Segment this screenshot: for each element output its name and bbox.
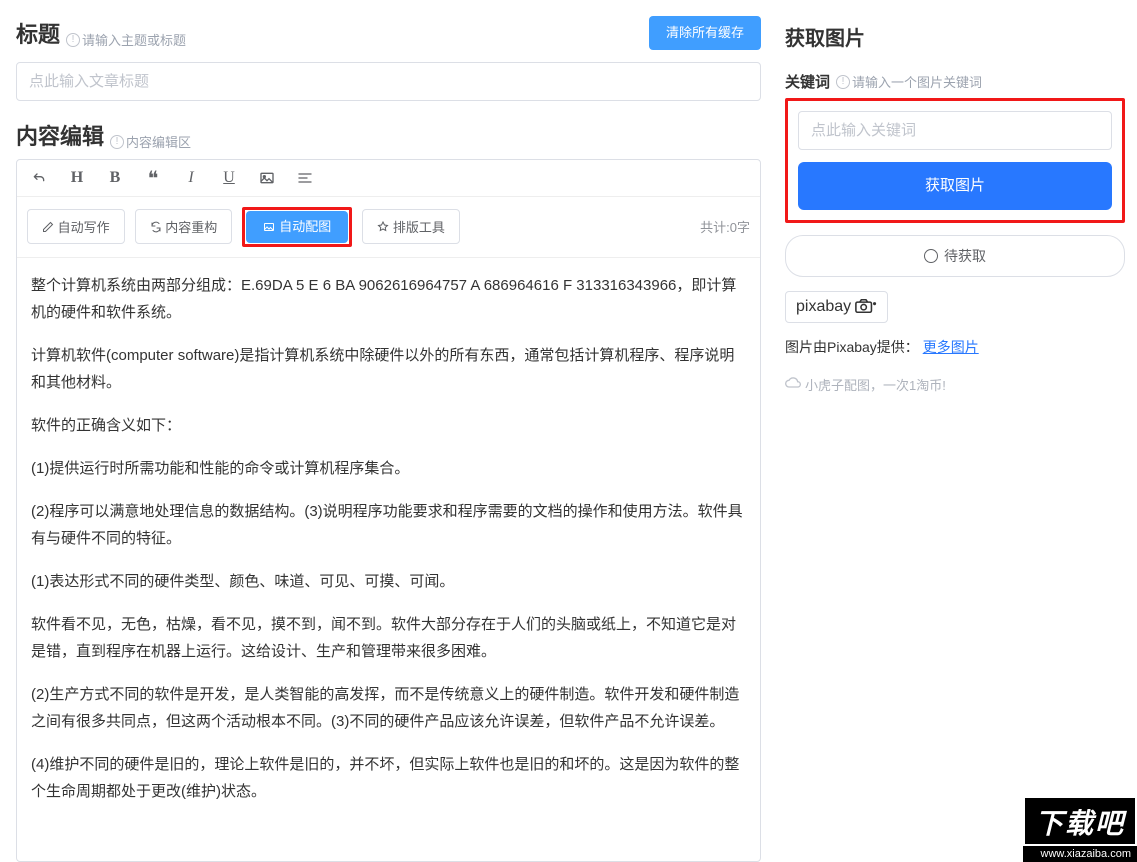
title-header: 标题 ! 请输入主题或标题 清除所有缓存 <box>16 16 761 50</box>
info-icon: ! <box>110 135 124 149</box>
pending-icon <box>924 249 938 263</box>
content-paragraph: (1)表达形式不同的硬件类型、颜色、味道、可见、可摸、可闻。 <box>31 568 746 595</box>
content-paragraph: (2)程序可以满意地处理信息的数据结构。(3)说明程序功能要求和程序需要的文档的… <box>31 498 746 552</box>
watermark: 下载吧 www.xiazaiba.com <box>1023 796 1137 862</box>
auto-write-button[interactable]: 自动写作 <box>27 209 125 244</box>
editor-label: 内容编辑 <box>16 119 104 151</box>
content-paragraph: (1)提供运行时所需功能和性能的命令或计算机程序集合。 <box>31 455 746 482</box>
align-icon[interactable] <box>293 166 317 190</box>
auto-image-highlight: 自动配图 <box>242 207 352 247</box>
image-icon[interactable] <box>255 166 279 190</box>
content-paragraph: 软件看不见，无色，枯燥，看不见，摸不到，闻不到。软件大部分存在于人们的头脑或纸上… <box>31 611 746 665</box>
info-icon: ! <box>836 75 850 89</box>
watermark-text: 下载吧 <box>1023 796 1137 846</box>
word-count: 共计:0字 <box>700 217 750 236</box>
action-toolbar: 自动写作 内容重构 自动配图 排版工具 共计:0字 <box>17 197 760 258</box>
editor-box: H B ❝ I U 自动写作 内容重构 <box>16 159 761 862</box>
editor-hint: ! 内容编辑区 <box>110 132 191 151</box>
keyword-input[interactable] <box>798 111 1112 150</box>
content-paragraph: 整个计算机系统由两部分组成：E.69DA 5 E 6 BA 9062616964… <box>31 272 746 326</box>
content-paragraph: 计算机软件(computer software)是指计算机系统中除硬件以外的所有… <box>31 342 746 396</box>
camera-icon <box>855 299 877 316</box>
fetch-image-button[interactable]: 获取图片 <box>798 162 1112 210</box>
keyword-highlight-box: 获取图片 <box>785 98 1125 223</box>
content-paragraph: (2)生产方式不同的软件是开发，是人类智能的高发挥，而不是传统意义上的硬件制造。… <box>31 681 746 735</box>
article-title-input[interactable] <box>16 62 761 101</box>
editor-header: 内容编辑 ! 内容编辑区 <box>16 119 761 152</box>
editor-content[interactable]: 整个计算机系统由两部分组成：E.69DA 5 E 6 BA 9062616964… <box>17 258 760 861</box>
undo-icon[interactable] <box>27 166 51 190</box>
blockquote-icon[interactable]: ❝ <box>141 166 165 190</box>
pixabay-badge: pixabay <box>785 291 888 323</box>
info-icon: ! <box>66 33 80 47</box>
fetch-image-title: 获取图片 <box>785 22 1125 51</box>
clear-cache-button[interactable]: 清除所有缓存 <box>649 16 761 50</box>
watermark-url: www.xiazaiba.com <box>1023 846 1137 862</box>
more-images-link[interactable]: 更多图片 <box>923 339 979 355</box>
underline-icon[interactable]: U <box>217 166 241 190</box>
title-label: 标题 <box>16 17 60 49</box>
auto-image-button[interactable]: 自动配图 <box>246 211 348 243</box>
credit-line: 图片由Pixabay提供： 更多图片 <box>785 337 1125 357</box>
keyword-hint: ! 请输入一个图片关键词 <box>836 72 982 91</box>
title-hint: ! 请输入主题或标题 <box>66 30 186 49</box>
layout-tool-button[interactable]: 排版工具 <box>362 209 460 244</box>
content-paragraph: 软件的正确含义如下： <box>31 412 746 439</box>
heading-icon[interactable]: H <box>65 166 89 190</box>
cloud-icon <box>785 377 801 392</box>
footer-note: 小虎子配图，一次1淘币! <box>785 375 1125 394</box>
restructure-button[interactable]: 内容重构 <box>135 209 233 244</box>
format-toolbar: H B ❝ I U <box>17 160 760 197</box>
keyword-label: 关键词 <box>785 71 830 92</box>
bold-icon[interactable]: B <box>103 166 127 190</box>
keyword-header: 关键词 ! 请输入一个图片关键词 <box>785 71 1125 92</box>
status-pending: 待获取 <box>785 235 1125 277</box>
content-paragraph: (4)维护不同的硬件是旧的，理论上软件是旧的，并不坏，但实际上软件也是旧的和坏的… <box>31 751 746 805</box>
italic-icon[interactable]: I <box>179 166 203 190</box>
